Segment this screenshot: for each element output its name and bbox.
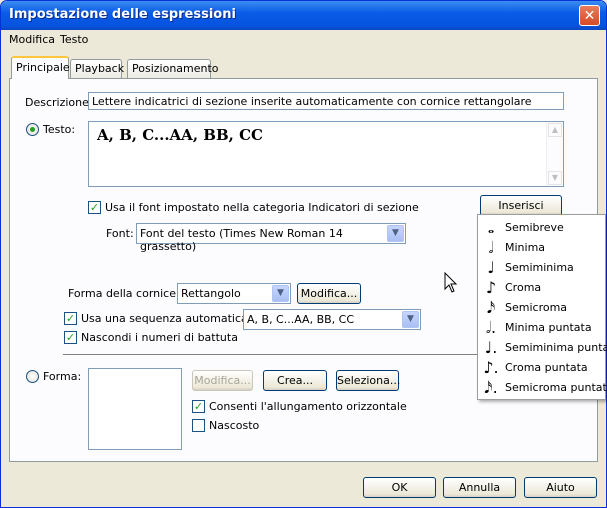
note-item-semicroma[interactable]: 𝅘𝅥𝅯 Semicroma	[478, 298, 605, 318]
note-item-minima-puntata[interactable]: 𝅗𝅥. Minima puntata	[478, 318, 605, 338]
note-item-semiminima[interactable]: ♩ Semiminima	[478, 258, 605, 278]
testo-content: A, B, C...AA, BB, CC	[97, 126, 263, 144]
note-item-label: Semibreve	[505, 221, 564, 234]
note-item-label: Semicroma puntata	[505, 381, 607, 394]
forma-preview	[88, 368, 182, 450]
ok-button[interactable]: OK	[363, 477, 436, 498]
use-font-label: Usa il font impostato nella categoria In…	[105, 201, 419, 214]
note-item-label: Semiminima puntata	[505, 341, 607, 354]
seleziona-button[interactable]: Seleziona...	[336, 370, 400, 391]
whole-note-icon: 𝅝	[487, 218, 495, 237]
font-select[interactable]: Font del testo (Times New Roman 14 grass…	[136, 223, 406, 253]
aiuto-button[interactable]: Aiuto	[524, 477, 597, 498]
note-item-semibreve[interactable]: 𝅝 Semibreve	[478, 218, 605, 238]
dotted-eighth-note-icon: ♪.	[483, 358, 499, 377]
mouse-cursor-icon	[444, 272, 458, 293]
radio-selected-dot	[30, 127, 35, 132]
chevron-down-icon[interactable]: ▼	[387, 225, 404, 242]
sequenza-select[interactable]: A, B, C...AA, BB, CC ▼	[243, 309, 421, 330]
quarter-note-icon: ♩	[487, 258, 495, 277]
descrizione-field[interactable]: Lettere indicatrici di sezione inserite …	[88, 92, 564, 110]
consenti-checkbox[interactable]: ✓	[192, 400, 205, 413]
eighth-note-icon: ♪	[485, 278, 497, 297]
forma-cornice-select[interactable]: Rettangolo ▼	[177, 283, 291, 304]
descrizione-label: Descrizione:	[25, 96, 93, 109]
sequenza-label: Usa una sequenza automatica:	[81, 312, 252, 325]
note-item-label: Minima puntata	[505, 321, 592, 334]
note-item-croma[interactable]: ♪ Croma	[478, 278, 605, 298]
testo-textarea[interactable]: A, B, C...AA, BB, CC ▲ ▼	[88, 121, 564, 187]
dotted-sixteenth-note-icon: 𝅘𝅥𝅯.	[484, 378, 498, 397]
nascondi-label: Nascondi i numeri di battuta	[81, 331, 238, 344]
note-item-label: Semicroma	[505, 301, 568, 314]
sequenza-value: A, B, C...AA, BB, CC	[247, 313, 355, 326]
forma-label: Forma:	[43, 370, 82, 383]
note-item-label: Croma	[505, 281, 542, 294]
scroll-down-icon[interactable]: ▼	[548, 171, 562, 185]
dotted-quarter-note-icon: ♩.	[484, 338, 498, 357]
crea-button[interactable]: Crea...	[263, 370, 327, 391]
scroll-up-icon[interactable]: ▲	[548, 123, 562, 137]
menu-bar: Modifica Testo	[1, 30, 606, 48]
annulla-button[interactable]: Annulla	[443, 477, 516, 498]
font-select-value: Font del testo (Times New Roman 14 grass…	[140, 227, 343, 253]
note-item-label: Croma puntata	[505, 361, 588, 374]
testo-radio[interactable]	[26, 123, 39, 136]
modifica-cornice-button[interactable]: Modifica...	[297, 283, 361, 304]
close-button[interactable]: ✕	[579, 5, 600, 26]
note-item-semicroma-puntata[interactable]: 𝅘𝅥𝅯. Semicroma puntata	[478, 378, 607, 398]
menu-testo[interactable]: Testo	[60, 33, 88, 46]
nascosto-checkbox[interactable]	[192, 419, 205, 432]
forma-cornice-value: Rettangolo	[181, 287, 241, 300]
half-note-icon: 𝅗𝅥	[488, 238, 494, 257]
forma-cornice-label: Forma della cornice:	[68, 287, 180, 300]
consenti-label: Consenti l'allungamento orizzontale	[209, 400, 407, 413]
nascondi-checkbox[interactable]: ✓	[64, 331, 77, 344]
use-font-checkbox[interactable]: ✓	[88, 201, 101, 214]
chevron-down-icon[interactable]: ▼	[272, 285, 289, 302]
note-menu: 𝅝 Semibreve 𝅗𝅥 Minima ♩ Semiminima ♪ Cro…	[477, 214, 607, 400]
tab-posizionamento[interactable]: Posizionamento	[127, 59, 219, 78]
chevron-down-icon[interactable]: ▼	[402, 311, 419, 328]
window-title: Impostazione delle espressioni	[9, 7, 236, 22]
inserisci-nota-button[interactable]: Inserisci nota...	[480, 195, 562, 231]
note-item-croma-puntata[interactable]: ♪. Croma puntata	[478, 358, 605, 378]
sequenza-checkbox[interactable]: ✓	[64, 312, 77, 325]
menu-modifica[interactable]: Modifica	[9, 33, 55, 46]
note-item-semiminima-puntata[interactable]: ♩. Semiminima puntata	[478, 338, 607, 358]
testo-scrollbar[interactable]: ▲ ▼	[546, 122, 563, 186]
tab-principale[interactable]: Principale	[11, 56, 70, 79]
note-item-label: Minima	[505, 241, 546, 254]
forma-radio[interactable]	[26, 370, 39, 383]
testo-label: Testo:	[43, 123, 76, 136]
sixteenth-note-icon: 𝅘𝅥𝅯	[486, 298, 496, 317]
tab-playback[interactable]: Playback	[70, 59, 124, 78]
note-item-minima[interactable]: 𝅗𝅥 Minima	[478, 238, 605, 258]
nascosto-label: Nascosto	[209, 419, 260, 432]
note-item-label: Semiminima	[505, 261, 574, 274]
title-bar[interactable]: Impostazione delle espressioni ✕	[1, 1, 606, 30]
font-label: Font:	[106, 227, 134, 240]
forma-modifica-button[interactable]: Modifica...	[192, 370, 253, 391]
dotted-half-note-icon: 𝅗𝅥.	[485, 318, 497, 337]
